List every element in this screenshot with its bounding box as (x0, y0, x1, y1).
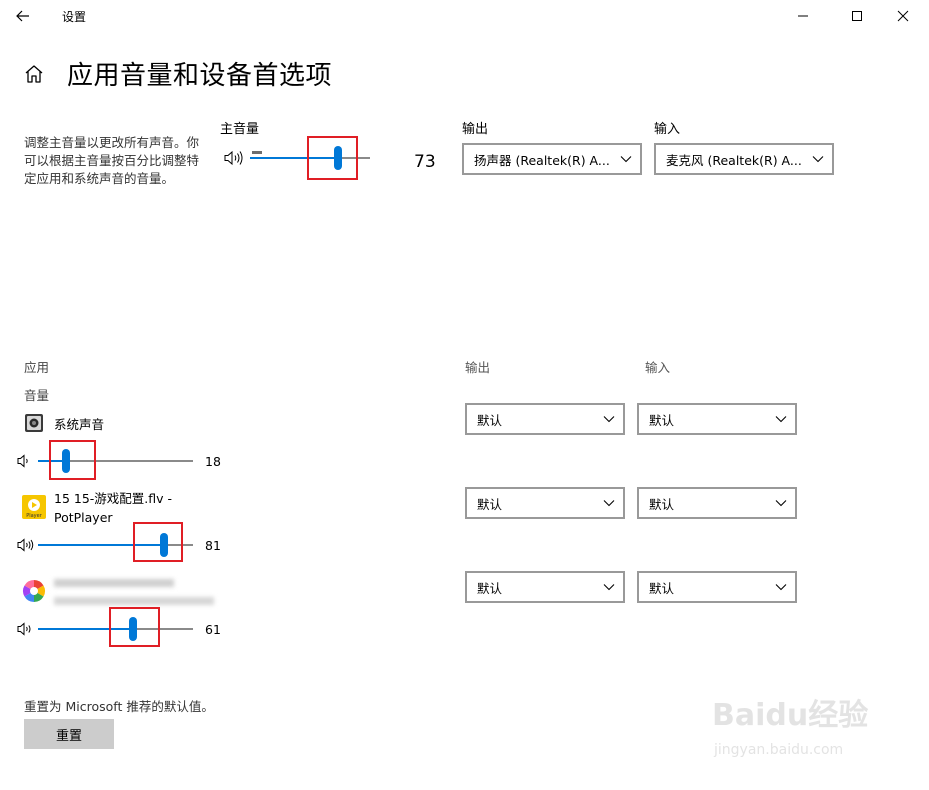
app-name: 系统声音 (54, 417, 105, 432)
highlight-box-app-3 (109, 607, 160, 647)
app-input-dropdown[interactable]: 默认 (637, 403, 797, 435)
window-title: 设置 (62, 10, 87, 24)
title-bar: 设置 (0, 0, 929, 32)
app-name-blurred (54, 573, 224, 611)
potplayer-icon: Player (22, 495, 46, 519)
app-volume-value: 18 (205, 454, 221, 469)
master-output-dropdown[interactable]: 扬声器 (Realtek(R) A... (462, 143, 642, 175)
app-output-dropdown[interactable]: 默认 (465, 487, 625, 519)
speaker-icon[interactable] (17, 537, 35, 553)
speaker-icon[interactable] (17, 453, 35, 469)
watermark-brand: Baidu经验 (712, 698, 869, 733)
master-output-value: 扬声器 (Realtek(R) A... (474, 152, 610, 168)
color-wheel-app-icon (22, 579, 46, 603)
app-output-value: 默认 (477, 580, 503, 596)
speaker-icon[interactable] (224, 150, 243, 166)
chevron-down-icon (804, 155, 832, 163)
app-input-dropdown[interactable]: 默认 (637, 571, 797, 603)
app-volume-value: 81 (205, 538, 221, 553)
chevron-down-icon (595, 415, 623, 423)
app-input-value: 默认 (649, 412, 675, 428)
reset-button[interactable]: 重置 (24, 719, 114, 749)
master-input-label: 输入 (654, 122, 681, 137)
chevron-down-icon (767, 415, 795, 423)
minimize-button[interactable] (780, 2, 826, 30)
master-output-label: 输出 (462, 122, 489, 137)
back-arrow-icon (16, 10, 29, 22)
apps-output-header: 输出 (465, 360, 491, 375)
chevron-down-icon (767, 499, 795, 507)
highlight-box-master (307, 136, 358, 180)
close-button[interactable] (880, 2, 926, 30)
app-input-dropdown[interactable]: 默认 (637, 487, 797, 519)
app-output-dropdown[interactable]: 默认 (465, 571, 625, 603)
maximize-icon (852, 11, 862, 21)
system-sounds-icon (24, 413, 44, 433)
master-input-value: 麦克风 (Realtek(R) A... (666, 152, 802, 168)
close-icon (897, 10, 909, 22)
speaker-icon[interactable] (17, 621, 35, 637)
reset-description: 重置为 Microsoft 推荐的默认值。 (24, 699, 214, 714)
watermark-url: jingyan.baidu.com (714, 742, 844, 758)
svg-text:Player: Player (26, 513, 43, 519)
maximize-button[interactable] (834, 2, 880, 30)
chevron-down-icon (767, 583, 795, 591)
page-description: 调整主音量以更改所有声音。你可以根据主音量按百分比调整特定应用和系统声音的音量。 (24, 135, 200, 186)
baidu-watermark: Baidu经验 jingyan.baidu.com (712, 690, 882, 770)
app-input-value: 默认 (649, 496, 675, 512)
master-input-dropdown[interactable]: 麦克风 (Realtek(R) A... (654, 143, 834, 175)
app-output-value: 默认 (477, 412, 503, 428)
master-volume-value: 73 (414, 152, 436, 172)
apps-section-label: 应用 (24, 360, 50, 375)
chevron-down-icon (612, 155, 640, 163)
minimize-icon (798, 15, 808, 17)
app-volume-value: 61 (205, 622, 221, 637)
page-title: 应用音量和设备首选项 (67, 61, 333, 91)
volume-column-label: 音量 (24, 388, 50, 403)
chevron-down-icon (595, 583, 623, 591)
app-output-value: 默认 (477, 496, 503, 512)
app-input-value: 默认 (649, 580, 675, 596)
highlight-box-app-2 (133, 522, 183, 562)
highlight-box-app-1 (49, 440, 96, 480)
back-button[interactable] (8, 2, 38, 30)
app-output-dropdown[interactable]: 默认 (465, 403, 625, 435)
peak-meter (252, 151, 262, 154)
master-volume-label: 主音量 (220, 122, 260, 137)
chevron-down-icon (595, 499, 623, 507)
home-icon[interactable] (22, 62, 46, 86)
apps-input-header: 输入 (645, 360, 671, 375)
